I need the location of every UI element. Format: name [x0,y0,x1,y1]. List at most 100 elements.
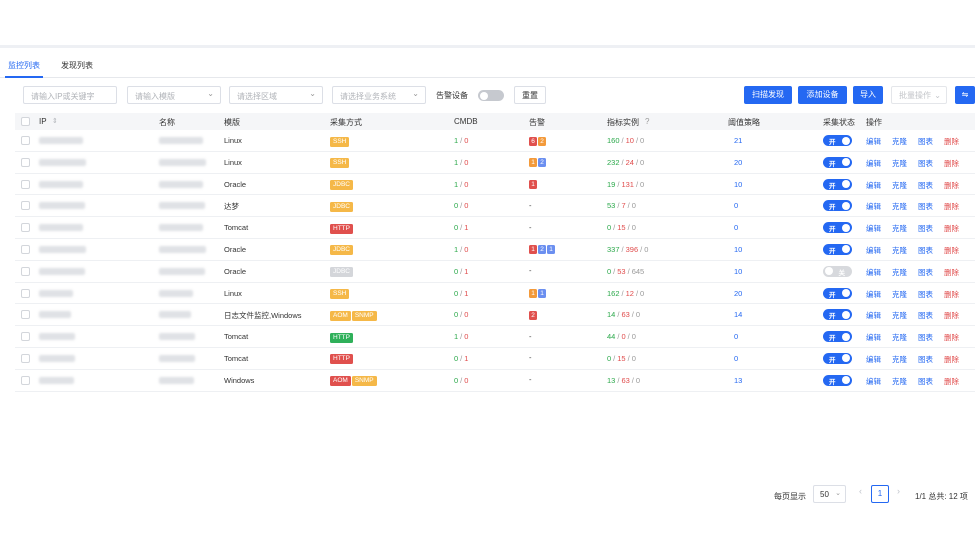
prev-page-button[interactable]: ‹ [859,486,862,496]
delete-link[interactable]: 删除 [944,201,959,212]
delete-link[interactable]: 删除 [944,354,959,365]
edit-link[interactable]: 编辑 [866,136,881,147]
chart-link[interactable]: 图表 [918,289,933,300]
threshold-link[interactable]: 0 [734,201,738,210]
threshold-link[interactable]: 10 [734,180,742,189]
delete-link[interactable]: 删除 [944,245,959,256]
chart-link[interactable]: 图表 [918,223,933,234]
search-input[interactable]: 请输入IP或关键字 [23,86,117,104]
row-checkbox[interactable] [21,201,30,211]
alarm-count-badge[interactable]: 2 [538,158,546,168]
row-checkbox[interactable] [21,353,30,363]
alarm-count-badge[interactable]: 1 [538,289,546,299]
edit-link[interactable]: 编辑 [866,354,881,365]
delete-link[interactable]: 删除 [944,267,959,278]
chart-link[interactable]: 图表 [918,136,933,147]
chart-link[interactable]: 图表 [918,267,933,278]
chart-link[interactable]: 图表 [918,332,933,343]
column-settings-button[interactable]: ⇋ [955,86,975,104]
clone-link[interactable]: 克隆 [892,289,907,300]
chart-link[interactable]: 图表 [918,180,933,191]
alarm-device-toggle[interactable] [478,90,504,101]
row-checkbox[interactable] [21,136,30,145]
import-button[interactable]: 导入 [853,86,883,104]
edit-link[interactable]: 编辑 [866,267,881,278]
collect-status-toggle[interactable]: 开 [823,200,852,212]
delete-link[interactable]: 删除 [944,310,959,321]
edit-link[interactable]: 编辑 [866,245,881,256]
delete-link[interactable]: 删除 [944,376,959,387]
threshold-link[interactable]: 0 [734,332,738,341]
row-checkbox[interactable] [21,244,30,254]
sort-icon[interactable]: ⇕ [52,117,58,125]
chart-link[interactable]: 图表 [918,354,933,365]
edit-link[interactable]: 编辑 [866,376,881,387]
collect-status-toggle[interactable]: 关 [823,265,852,277]
delete-link[interactable]: 删除 [944,158,959,169]
collect-status-toggle[interactable]: 开 [823,135,852,146]
alarm-count-badge[interactable]: 1 [529,158,537,168]
clone-link[interactable]: 克隆 [892,376,907,387]
clone-link[interactable]: 克隆 [892,158,907,169]
threshold-link[interactable]: 14 [734,310,742,319]
alarm-count-badge[interactable]: 1 [529,180,537,190]
threshold-link[interactable]: 20 [734,289,742,298]
delete-link[interactable]: 删除 [944,136,959,147]
row-checkbox[interactable] [21,223,30,233]
threshold-link[interactable]: 10 [734,267,742,276]
delete-link[interactable]: 删除 [944,332,959,343]
alarm-count-badge[interactable]: 2 [538,245,546,255]
scan-discover-button[interactable]: 扫描发现 [744,86,792,104]
row-checkbox[interactable] [21,310,30,320]
alarm-count-badge[interactable]: 1 [547,245,555,255]
alarm-count-badge[interactable]: 2 [529,310,537,320]
clone-link[interactable]: 克隆 [892,223,907,234]
edit-link[interactable]: 编辑 [866,180,881,191]
next-page-button[interactable]: › [897,486,900,496]
chart-link[interactable]: 图表 [918,376,933,387]
region-select[interactable]: 请选择区域 ⌄ [229,86,323,104]
reset-button[interactable]: 重置 [514,86,546,104]
edit-link[interactable]: 编辑 [866,158,881,169]
collect-status-toggle[interactable]: 开 [823,331,852,343]
template-select[interactable]: 请输入模版 ⌄ [127,86,221,104]
clone-link[interactable]: 克隆 [892,267,907,278]
row-checkbox[interactable] [21,375,30,385]
help-icon[interactable]: ? [645,117,649,126]
clone-link[interactable]: 克隆 [892,201,907,212]
edit-link[interactable]: 编辑 [866,310,881,321]
edit-link[interactable]: 编辑 [866,289,881,300]
threshold-link[interactable]: 10 [734,245,742,254]
collect-status-toggle[interactable]: 开 [823,374,852,386]
add-device-button[interactable]: 添加设备 [798,86,847,104]
clone-link[interactable]: 克隆 [892,310,907,321]
collect-status-toggle[interactable]: 开 [823,309,852,321]
clone-link[interactable]: 克隆 [892,136,907,147]
row-checkbox[interactable] [21,288,30,298]
collect-status-toggle[interactable]: 开 [823,222,852,234]
collect-status-toggle[interactable]: 开 [823,287,852,299]
alarm-count-badge[interactable]: 2 [538,136,546,146]
clone-link[interactable]: 克隆 [892,180,907,191]
collect-status-toggle[interactable]: 开 [823,156,852,168]
threshold-link[interactable]: 21 [734,136,742,145]
edit-link[interactable]: 编辑 [866,201,881,212]
page-1-button[interactable]: 1 [871,485,889,503]
collect-status-toggle[interactable]: 开 [823,178,852,190]
chart-link[interactable]: 图表 [918,201,933,212]
clone-link[interactable]: 克隆 [892,245,907,256]
threshold-link[interactable]: 20 [734,158,742,167]
per-page-select[interactable]: 50 ⌄ [813,485,846,503]
delete-link[interactable]: 删除 [944,223,959,234]
chart-link[interactable]: 图表 [918,158,933,169]
threshold-link[interactable]: 0 [734,223,738,232]
batch-operation-button[interactable]: 批量操作 ⌄ [891,86,947,104]
edit-link[interactable]: 编辑 [866,332,881,343]
collect-status-toggle[interactable]: 开 [823,352,852,364]
threshold-link[interactable]: 13 [734,376,742,385]
alarm-count-badge[interactable]: 1 [529,289,537,299]
row-checkbox[interactable] [21,157,30,167]
chart-link[interactable]: 图表 [918,245,933,256]
row-checkbox[interactable] [21,266,30,276]
row-checkbox[interactable] [21,332,30,342]
